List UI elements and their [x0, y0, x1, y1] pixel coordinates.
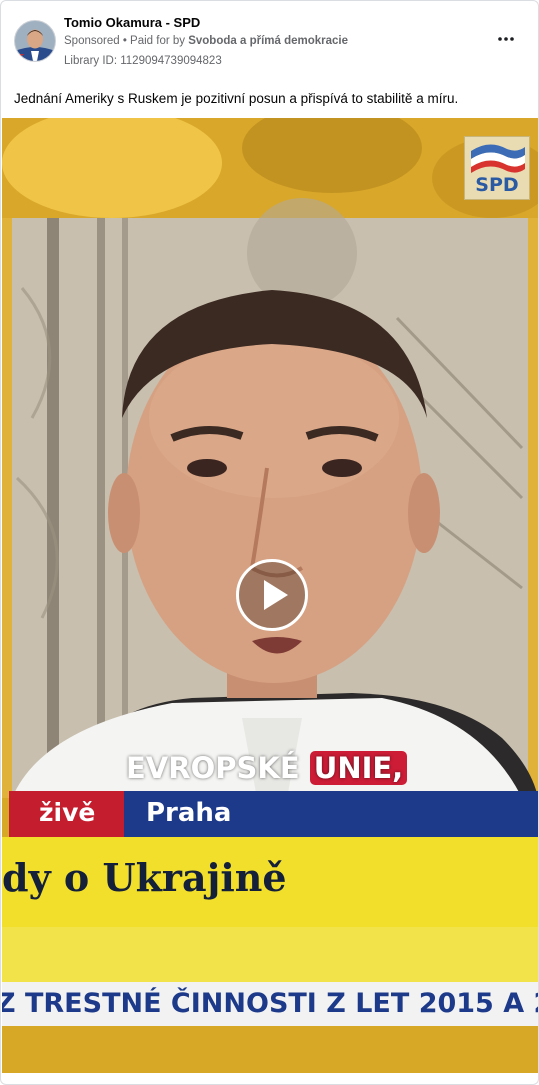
headline-bar: dy o Ukrajině [2, 837, 538, 927]
library-id: Library ID: 1129094739094823 [64, 55, 222, 67]
live-bar: živě Praha [9, 791, 538, 837]
play-button[interactable] [236, 559, 308, 631]
sponsored-label: Sponsored [64, 35, 120, 47]
bottom-band [2, 1026, 538, 1073]
paid-by-link[interactable]: Svoboda a přímá demokracie [188, 35, 348, 47]
ticker-band [2, 927, 538, 982]
location-label: Praha [146, 798, 232, 828]
ad-video[interactable]: SPD EVROPSKÉ UNIE, živě Praha dy o Ukraj… [2, 118, 538, 1073]
spd-logo-text: SPD [475, 174, 519, 196]
caption-highlight: UNIE, [309, 751, 408, 785]
live-label: živě [39, 798, 96, 827]
live-badge: živě [9, 791, 124, 837]
czech-flag-wave-icon [471, 144, 525, 173]
play-icon[interactable] [239, 562, 305, 628]
meta-separator: • [119, 35, 131, 47]
more-options-icon[interactable] [498, 29, 514, 41]
ad-meta: Sponsored • Paid for by Svoboda a přímá … [64, 35, 348, 47]
caption-text: EVROPSKÉ [126, 751, 310, 785]
spd-logo: SPD [464, 136, 530, 200]
page-name[interactable]: Tomio Okamura - SPD [64, 15, 200, 30]
ad-card: Tomio Okamura - SPD Sponsored • Paid for… [0, 0, 539, 1085]
ticker-text: Z TRESTNÉ ČINNOSTI Z LET 2015 A 2024 [2, 988, 538, 1019]
page-avatar[interactable] [14, 20, 56, 62]
news-ticker: Z TRESTNÉ ČINNOSTI Z LET 2015 A 2024 [2, 982, 538, 1026]
video-caption: EVROPSKÉ UNIE, [126, 751, 408, 791]
news-headline: dy o Ukrajině [2, 855, 287, 900]
paid-for-prefix: Paid for by [130, 35, 189, 47]
ad-body-text: Jednání Ameriky s Ruskem je pozitivní po… [14, 91, 459, 106]
